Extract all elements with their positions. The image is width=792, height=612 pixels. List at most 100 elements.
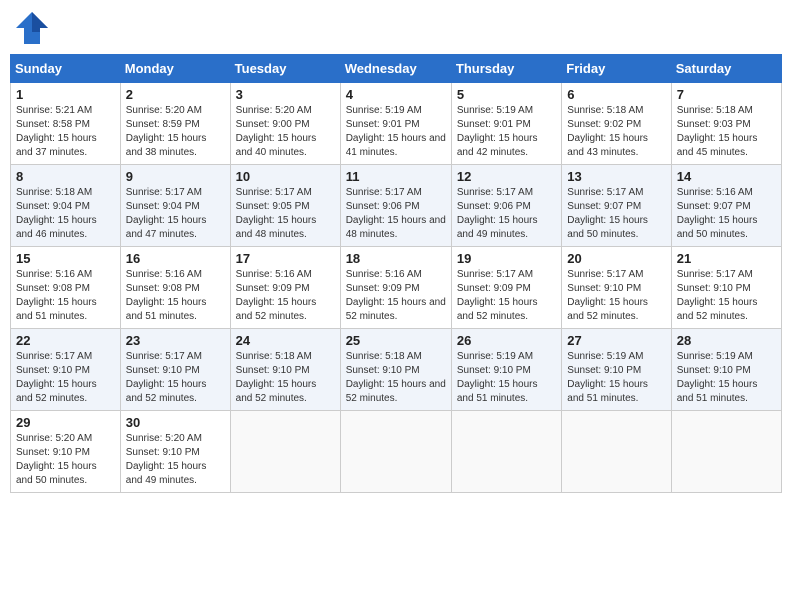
- day-number: 4: [346, 87, 446, 102]
- day-cell-2: 2 Sunrise: 5:20 AMSunset: 8:59 PMDayligh…: [120, 83, 230, 165]
- day-number: 11: [346, 169, 446, 184]
- day-number: 7: [677, 87, 776, 102]
- day-detail: Sunrise: 5:17 AMSunset: 9:06 PMDaylight:…: [457, 187, 538, 240]
- day-detail: Sunrise: 5:17 AMSunset: 9:04 PMDaylight:…: [126, 187, 207, 240]
- empty-cell: [340, 411, 451, 493]
- day-number: 25: [346, 333, 446, 348]
- day-cell-27: 27 Sunrise: 5:19 AMSunset: 9:10 PMDaylig…: [562, 329, 671, 411]
- day-number: 6: [567, 87, 665, 102]
- day-cell-18: 18 Sunrise: 5:16 AMSunset: 9:09 PMDaylig…: [340, 247, 451, 329]
- day-cell-24: 24 Sunrise: 5:18 AMSunset: 9:10 PMDaylig…: [230, 329, 340, 411]
- header-monday: Monday: [120, 55, 230, 83]
- day-detail: Sunrise: 5:19 AMSunset: 9:01 PMDaylight:…: [346, 105, 446, 158]
- day-cell-26: 26 Sunrise: 5:19 AMSunset: 9:10 PMDaylig…: [451, 329, 561, 411]
- day-detail: Sunrise: 5:16 AMSunset: 9:07 PMDaylight:…: [677, 187, 758, 240]
- day-number: 20: [567, 251, 665, 266]
- day-cell-30: 30 Sunrise: 5:20 AMSunset: 9:10 PMDaylig…: [120, 411, 230, 493]
- logo-icon: [14, 10, 50, 46]
- day-number: 23: [126, 333, 225, 348]
- calendar-body: 1 Sunrise: 5:21 AMSunset: 8:58 PMDayligh…: [11, 83, 782, 493]
- day-cell-3: 3 Sunrise: 5:20 AMSunset: 9:00 PMDayligh…: [230, 83, 340, 165]
- day-detail: Sunrise: 5:18 AMSunset: 9:10 PMDaylight:…: [236, 351, 317, 404]
- day-detail: Sunrise: 5:17 AMSunset: 9:10 PMDaylight:…: [677, 269, 758, 322]
- day-detail: Sunrise: 5:17 AMSunset: 9:05 PMDaylight:…: [236, 187, 317, 240]
- day-number: 8: [16, 169, 115, 184]
- day-cell-29: 29 Sunrise: 5:20 AMSunset: 9:10 PMDaylig…: [11, 411, 121, 493]
- day-cell-14: 14 Sunrise: 5:16 AMSunset: 9:07 PMDaylig…: [671, 165, 781, 247]
- day-number: 1: [16, 87, 115, 102]
- day-number: 10: [236, 169, 335, 184]
- header-tuesday: Tuesday: [230, 55, 340, 83]
- day-cell-13: 13 Sunrise: 5:17 AMSunset: 9:07 PMDaylig…: [562, 165, 671, 247]
- week-row-4: 22 Sunrise: 5:17 AMSunset: 9:10 PMDaylig…: [11, 329, 782, 411]
- day-cell-19: 19 Sunrise: 5:17 AMSunset: 9:09 PMDaylig…: [451, 247, 561, 329]
- day-number: 28: [677, 333, 776, 348]
- day-cell-4: 4 Sunrise: 5:19 AMSunset: 9:01 PMDayligh…: [340, 83, 451, 165]
- day-detail: Sunrise: 5:18 AMSunset: 9:03 PMDaylight:…: [677, 105, 758, 158]
- empty-cell: [671, 411, 781, 493]
- day-cell-25: 25 Sunrise: 5:18 AMSunset: 9:10 PMDaylig…: [340, 329, 451, 411]
- day-cell-6: 6 Sunrise: 5:18 AMSunset: 9:02 PMDayligh…: [562, 83, 671, 165]
- calendar-header: SundayMondayTuesdayWednesdayThursdayFrid…: [11, 55, 782, 83]
- day-detail: Sunrise: 5:17 AMSunset: 9:06 PMDaylight:…: [346, 187, 446, 240]
- day-detail: Sunrise: 5:20 AMSunset: 9:00 PMDaylight:…: [236, 105, 317, 158]
- empty-cell: [230, 411, 340, 493]
- week-row-2: 8 Sunrise: 5:18 AMSunset: 9:04 PMDayligh…: [11, 165, 782, 247]
- day-number: 12: [457, 169, 556, 184]
- day-number: 27: [567, 333, 665, 348]
- day-number: 3: [236, 87, 335, 102]
- day-number: 30: [126, 415, 225, 430]
- day-cell-10: 10 Sunrise: 5:17 AMSunset: 9:05 PMDaylig…: [230, 165, 340, 247]
- header-row: SundayMondayTuesdayWednesdayThursdayFrid…: [11, 55, 782, 83]
- day-cell-21: 21 Sunrise: 5:17 AMSunset: 9:10 PMDaylig…: [671, 247, 781, 329]
- day-detail: Sunrise: 5:21 AMSunset: 8:58 PMDaylight:…: [16, 105, 97, 158]
- day-detail: Sunrise: 5:20 AMSunset: 8:59 PMDaylight:…: [126, 105, 207, 158]
- day-detail: Sunrise: 5:16 AMSunset: 9:08 PMDaylight:…: [16, 269, 97, 322]
- day-cell-20: 20 Sunrise: 5:17 AMSunset: 9:10 PMDaylig…: [562, 247, 671, 329]
- day-cell-23: 23 Sunrise: 5:17 AMSunset: 9:10 PMDaylig…: [120, 329, 230, 411]
- day-number: 19: [457, 251, 556, 266]
- day-number: 17: [236, 251, 335, 266]
- day-detail: Sunrise: 5:19 AMSunset: 9:10 PMDaylight:…: [567, 351, 648, 404]
- day-detail: Sunrise: 5:17 AMSunset: 9:10 PMDaylight:…: [126, 351, 207, 404]
- day-number: 16: [126, 251, 225, 266]
- empty-cell: [562, 411, 671, 493]
- day-number: 18: [346, 251, 446, 266]
- day-number: 13: [567, 169, 665, 184]
- day-detail: Sunrise: 5:16 AMSunset: 9:09 PMDaylight:…: [346, 269, 446, 322]
- day-detail: Sunrise: 5:17 AMSunset: 9:10 PMDaylight:…: [567, 269, 648, 322]
- day-detail: Sunrise: 5:20 AMSunset: 9:10 PMDaylight:…: [126, 433, 207, 486]
- week-row-1: 1 Sunrise: 5:21 AMSunset: 8:58 PMDayligh…: [11, 83, 782, 165]
- day-detail: Sunrise: 5:16 AMSunset: 9:08 PMDaylight:…: [126, 269, 207, 322]
- day-detail: Sunrise: 5:17 AMSunset: 9:10 PMDaylight:…: [16, 351, 97, 404]
- day-cell-11: 11 Sunrise: 5:17 AMSunset: 9:06 PMDaylig…: [340, 165, 451, 247]
- day-cell-12: 12 Sunrise: 5:17 AMSunset: 9:06 PMDaylig…: [451, 165, 561, 247]
- day-cell-1: 1 Sunrise: 5:21 AMSunset: 8:58 PMDayligh…: [11, 83, 121, 165]
- day-cell-5: 5 Sunrise: 5:19 AMSunset: 9:01 PMDayligh…: [451, 83, 561, 165]
- day-detail: Sunrise: 5:18 AMSunset: 9:02 PMDaylight:…: [567, 105, 648, 158]
- header-friday: Friday: [562, 55, 671, 83]
- logo: [14, 10, 54, 46]
- day-number: 22: [16, 333, 115, 348]
- day-number: 24: [236, 333, 335, 348]
- day-detail: Sunrise: 5:18 AMSunset: 9:10 PMDaylight:…: [346, 351, 446, 404]
- header-saturday: Saturday: [671, 55, 781, 83]
- day-cell-17: 17 Sunrise: 5:16 AMSunset: 9:09 PMDaylig…: [230, 247, 340, 329]
- week-row-5: 29 Sunrise: 5:20 AMSunset: 9:10 PMDaylig…: [11, 411, 782, 493]
- day-detail: Sunrise: 5:17 AMSunset: 9:09 PMDaylight:…: [457, 269, 538, 322]
- week-row-3: 15 Sunrise: 5:16 AMSunset: 9:08 PMDaylig…: [11, 247, 782, 329]
- day-number: 9: [126, 169, 225, 184]
- day-cell-15: 15 Sunrise: 5:16 AMSunset: 9:08 PMDaylig…: [11, 247, 121, 329]
- day-detail: Sunrise: 5:20 AMSunset: 9:10 PMDaylight:…: [16, 433, 97, 486]
- day-cell-28: 28 Sunrise: 5:19 AMSunset: 9:10 PMDaylig…: [671, 329, 781, 411]
- day-detail: Sunrise: 5:19 AMSunset: 9:01 PMDaylight:…: [457, 105, 538, 158]
- day-detail: Sunrise: 5:19 AMSunset: 9:10 PMDaylight:…: [677, 351, 758, 404]
- header-thursday: Thursday: [451, 55, 561, 83]
- day-cell-8: 8 Sunrise: 5:18 AMSunset: 9:04 PMDayligh…: [11, 165, 121, 247]
- day-cell-7: 7 Sunrise: 5:18 AMSunset: 9:03 PMDayligh…: [671, 83, 781, 165]
- day-number: 2: [126, 87, 225, 102]
- day-number: 14: [677, 169, 776, 184]
- day-cell-16: 16 Sunrise: 5:16 AMSunset: 9:08 PMDaylig…: [120, 247, 230, 329]
- empty-cell: [451, 411, 561, 493]
- header-sunday: Sunday: [11, 55, 121, 83]
